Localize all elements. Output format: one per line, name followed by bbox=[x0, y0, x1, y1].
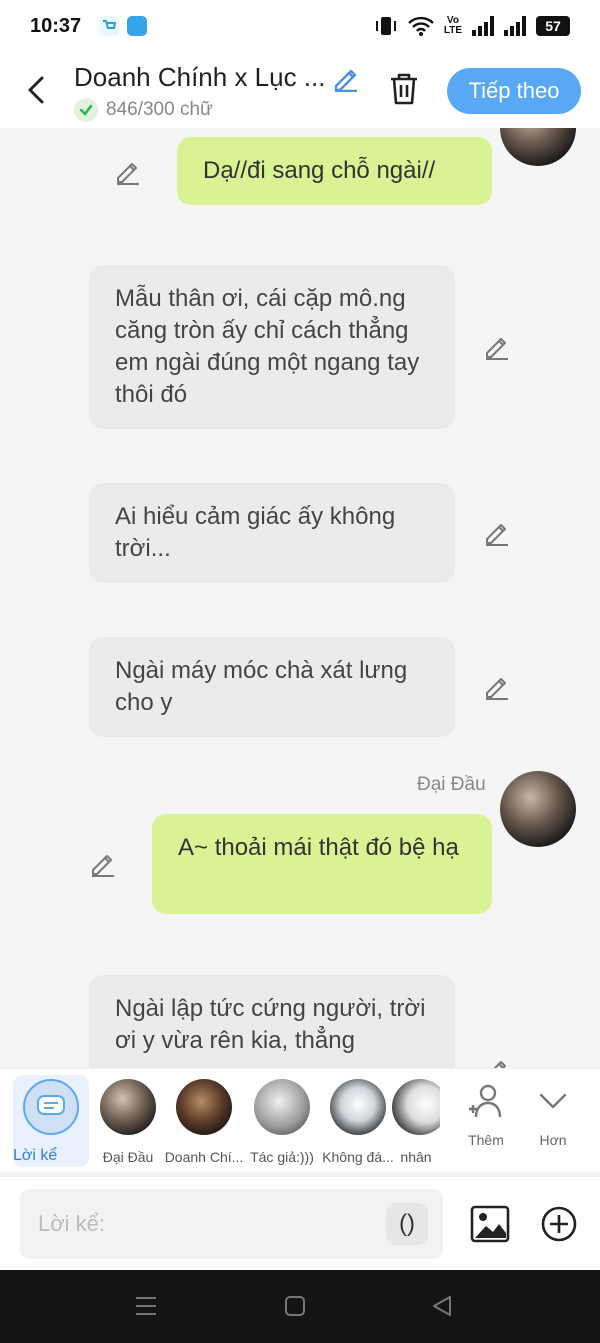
message-input[interactable] bbox=[20, 1189, 443, 1259]
trash-icon[interactable] bbox=[388, 72, 420, 106]
add-character-button[interactable]: Thêm bbox=[456, 1081, 516, 1148]
character-name: Lời kể bbox=[13, 1147, 58, 1164]
avatar-dai-dau[interactable] bbox=[500, 128, 576, 166]
speaker-name: Đại Đầu bbox=[417, 774, 486, 795]
edit-message-icon[interactable] bbox=[89, 850, 117, 878]
signal-icon-2 bbox=[504, 16, 526, 36]
system-nav-bar bbox=[0, 1270, 600, 1343]
character-avatar bbox=[254, 1079, 310, 1135]
edit-message-icon[interactable] bbox=[114, 158, 142, 186]
chat-area[interactable]: Dạ//đi sang chỗ ngài// Mẫu thân ơi, cái … bbox=[0, 128, 600, 1068]
char-count-text: 846/300 chữ bbox=[106, 99, 213, 120]
character-item[interactable]: Đại Đầu bbox=[88, 1075, 168, 1165]
edit-message-icon[interactable] bbox=[483, 673, 511, 701]
character-name: Đại Đầu bbox=[102, 1149, 154, 1165]
character-item[interactable]: nhân bbox=[392, 1075, 440, 1165]
edit-message-icon[interactable] bbox=[483, 519, 511, 547]
message-bubble[interactable]: Dạ//đi sang chỗ ngài// bbox=[177, 137, 492, 205]
check-icon bbox=[74, 98, 98, 122]
back-icon[interactable] bbox=[430, 1294, 454, 1318]
add-character-label: Thêm bbox=[468, 1132, 504, 1148]
home-icon[interactable] bbox=[284, 1295, 306, 1317]
network-label-bottom: LTE bbox=[443, 25, 462, 36]
signal-icon bbox=[472, 16, 494, 36]
message-bubble[interactable]: Mẫu thân ơi, cái cặp mô.ng căng tròn ấy … bbox=[89, 265, 455, 429]
input-bar: () bbox=[0, 1176, 600, 1270]
character-item[interactable]: Doanh Chí... bbox=[164, 1075, 244, 1165]
character-narrator[interactable]: Lời kể bbox=[13, 1075, 89, 1167]
character-name: Không đá... bbox=[322, 1149, 394, 1165]
battery-icon: 57 bbox=[536, 16, 570, 36]
wifi-icon bbox=[407, 16, 434, 36]
battery-level: 57 bbox=[545, 18, 561, 34]
chat-header: Doanh Chính x Lục ... 846/300 chữ Tiếp t… bbox=[0, 52, 600, 128]
edit-message-icon[interactable] bbox=[483, 333, 511, 361]
notification-icons bbox=[99, 16, 148, 36]
story-title: Doanh Chính x Lục ... bbox=[74, 62, 326, 92]
character-avatar bbox=[330, 1079, 386, 1135]
chevron-down-icon bbox=[539, 1093, 567, 1109]
character-avatar bbox=[176, 1079, 232, 1135]
vibrate-icon bbox=[375, 17, 396, 35]
edit-title-icon[interactable] bbox=[332, 64, 360, 92]
more-characters-button[interactable]: Hơn bbox=[523, 1081, 583, 1148]
image-icon[interactable] bbox=[470, 1205, 510, 1243]
message-bubble[interactable]: Ngài máy móc chà xát lưng cho y bbox=[89, 637, 455, 737]
narrator-icon bbox=[23, 1079, 79, 1135]
character-name: nhân bbox=[400, 1149, 432, 1165]
character-name: Tác giả:))) bbox=[250, 1149, 314, 1165]
avatar-dai-dau[interactable] bbox=[500, 771, 576, 847]
next-button[interactable]: Tiếp theo bbox=[447, 68, 581, 114]
back-arrow-icon[interactable] bbox=[22, 72, 52, 108]
message-bubble[interactable]: Ai hiểu cảm giác ấy không trời... bbox=[89, 483, 455, 583]
character-item[interactable]: Tác giả:))) bbox=[242, 1075, 322, 1165]
status-time: 10:37 bbox=[30, 14, 82, 37]
add-person-icon bbox=[469, 1084, 502, 1118]
char-counter: 846/300 chữ bbox=[74, 98, 213, 122]
add-circle-icon[interactable] bbox=[540, 1205, 578, 1243]
status-bar: 10:37 Vo LTE 57 bbox=[0, 0, 600, 52]
novel-app-icon bbox=[127, 16, 148, 36]
more-label: Hơn bbox=[539, 1132, 567, 1148]
edit-message-icon[interactable] bbox=[483, 1056, 511, 1068]
action-paren-button[interactable]: () bbox=[386, 1203, 428, 1245]
network-type: Vo LTE bbox=[444, 16, 462, 36]
app-icon bbox=[99, 16, 120, 36]
character-avatar bbox=[100, 1079, 156, 1135]
menu-icon[interactable] bbox=[134, 1294, 158, 1318]
character-bar: Lời kể Đại Đầu Doanh Chí... Tác giả:))) … bbox=[0, 1068, 600, 1172]
character-item[interactable]: Không đá... bbox=[318, 1075, 398, 1165]
character-avatar bbox=[392, 1079, 440, 1135]
message-bubble[interactable]: Ngài lập tức cứng người, trời ơi y vừa r… bbox=[89, 975, 455, 1068]
character-name: Doanh Chí... bbox=[164, 1149, 244, 1165]
message-bubble[interactable]: A~ thoải mái thật đó bệ hạ bbox=[152, 814, 492, 914]
